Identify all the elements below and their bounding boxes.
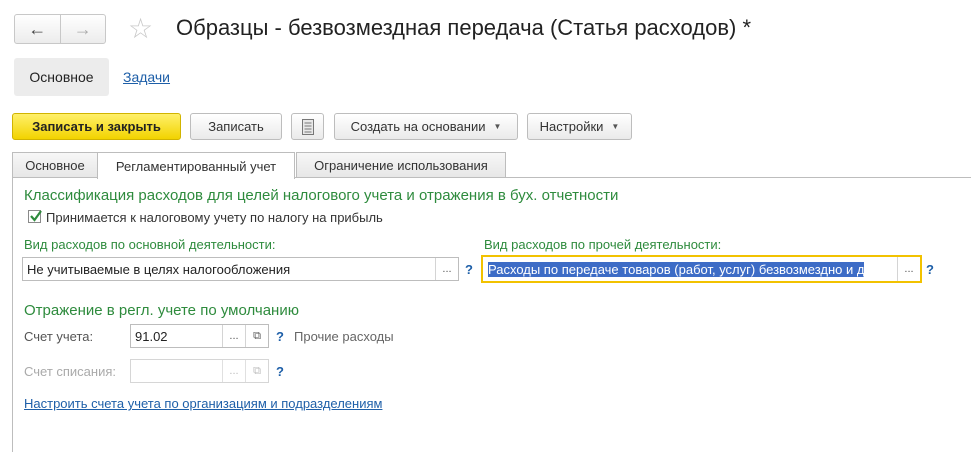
other-activity-value-wrap[interactable]: Расходы по передаче товаров (работ, услу…	[483, 261, 897, 277]
window-title: Образцы - безвозмездная передача (Статья…	[176, 15, 752, 40]
main-activity-label: Вид расходов по основной деятельности:	[24, 237, 276, 252]
arrow-right-icon: →	[73, 18, 92, 39]
section-tasks-link[interactable]: Задачи	[123, 69, 170, 85]
dropdown-caret-icon: ▼	[493, 122, 502, 131]
open-window-icon[interactable]: ⧉	[245, 360, 268, 382]
back-button[interactable]: ←	[15, 15, 60, 43]
settings-label: Настройки	[539, 119, 604, 134]
tab-main[interactable]: Основное	[12, 152, 98, 178]
tab-regulated-accounting[interactable]: Регламентированный учет	[97, 152, 295, 179]
main-activity-field[interactable]: Не учитываемые в целях налогообложения .…	[22, 257, 459, 281]
navigation-buttons: ← →	[14, 14, 106, 44]
select-button[interactable]: ...	[435, 258, 458, 280]
other-activity-label: Вид расходов по прочей деятельности:	[484, 237, 722, 252]
settings-button[interactable]: Настройки ▼	[527, 113, 632, 140]
arrow-left-icon: ←	[28, 18, 47, 39]
accepted-checkbox-label[interactable]: Принимается к налоговому учету по налогу…	[46, 210, 383, 225]
account-field[interactable]: 91.02 ... ⧉	[130, 324, 269, 348]
star-icon[interactable]: ☆	[128, 14, 153, 44]
select-button[interactable]: ...	[897, 257, 920, 281]
forward-button[interactable]: →	[59, 15, 106, 43]
help-icon[interactable]: ?	[276, 364, 284, 379]
save-and-close-button[interactable]: Записать и закрыть	[12, 113, 181, 140]
account-description: Прочие расходы	[294, 329, 394, 344]
report-icon	[301, 118, 314, 135]
account-label: Счет учета:	[24, 329, 94, 344]
open-window-icon[interactable]: ⧉	[245, 325, 268, 347]
save-button[interactable]: Записать	[190, 113, 282, 140]
account-value[interactable]: 91.02	[131, 329, 222, 344]
accepted-checkbox[interactable]	[28, 210, 42, 223]
help-icon[interactable]: ?	[276, 329, 284, 344]
checkmark-icon	[30, 210, 42, 222]
configure-accounts-link[interactable]: Настроить счета учета по организациям и …	[24, 396, 382, 411]
select-button[interactable]: ...	[222, 325, 245, 347]
create-based-on-button[interactable]: Создать на основании ▼	[334, 113, 518, 140]
main-activity-value[interactable]: Не учитываемые в целях налогообложения	[23, 262, 435, 277]
classification-heading: Классификация расходов для целей налогов…	[24, 187, 619, 204]
dropdown-caret-icon: ▼	[611, 122, 620, 131]
accounting-heading: Отражение в регл. учете по умолчанию	[24, 302, 299, 319]
report-button[interactable]	[291, 113, 324, 140]
create-based-on-label: Создать на основании	[350, 119, 486, 134]
help-icon[interactable]: ?	[926, 262, 934, 277]
writeoff-field[interactable]: ... ⧉	[130, 359, 269, 383]
select-button[interactable]: ...	[222, 360, 245, 382]
other-activity-field[interactable]: Расходы по передаче товаров (работ, услу…	[481, 255, 922, 283]
help-icon[interactable]: ?	[465, 262, 473, 277]
other-activity-value[interactable]: Расходы по передаче товаров (работ, услу…	[488, 261, 865, 277]
tab-usage-restriction[interactable]: Ограничение использования	[296, 152, 506, 178]
writeoff-label: Счет списания:	[24, 364, 117, 379]
section-main[interactable]: Основное	[14, 58, 109, 96]
